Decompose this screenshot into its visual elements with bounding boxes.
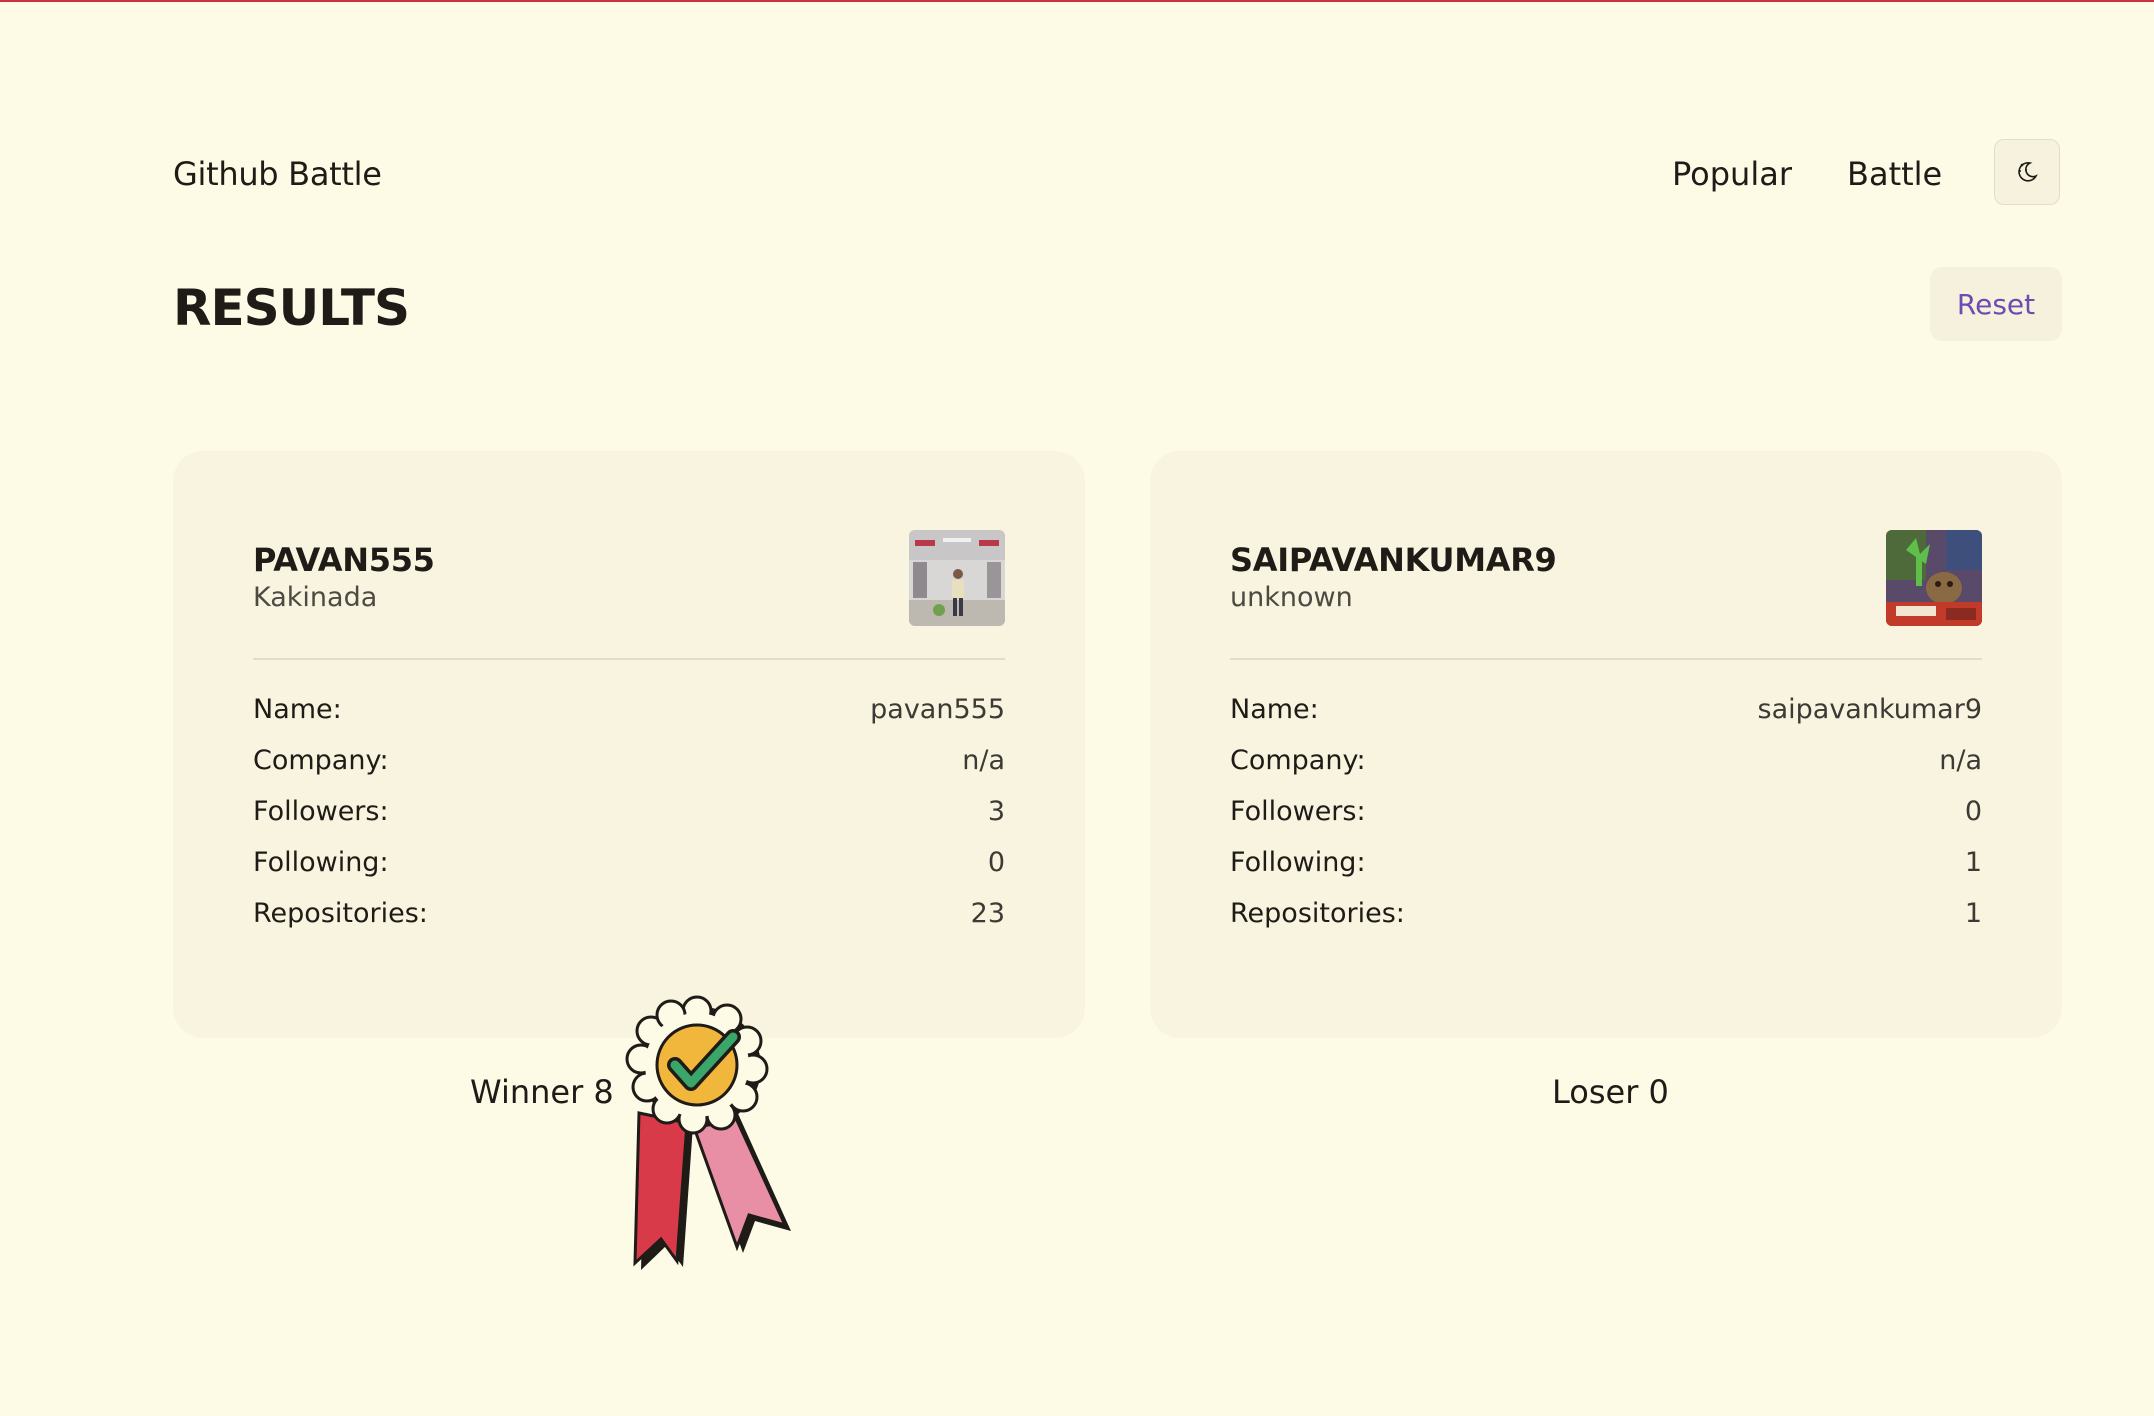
stat-row-company: Company: n/a [1230,744,1982,778]
stat-label: Followers: [1230,796,1366,827]
stat-row-name: Name: saipavankumar9 [1230,693,1982,727]
stat-row-followers: Followers: 0 [1230,795,1982,829]
player-username[interactable]: PAVAN555 [253,540,435,580]
user-photo-avatar [909,530,1005,626]
stat-value: saipavankumar9 [1757,694,1982,725]
stat-value: 3 [987,796,1005,827]
stat-row-company: Company: n/a [253,744,1005,778]
card-divider [1230,658,1982,660]
theme-toggle-button[interactable] [1994,139,2060,205]
stat-label: Company: [1230,745,1366,776]
page-title: RESULTS [173,279,410,337]
stat-value: pavan555 [870,694,1005,725]
winner-score-label: Winner 8 [470,1073,614,1111]
reset-button[interactable]: Reset [1930,267,2062,341]
nav-battle[interactable]: Battle [1847,152,1942,196]
loser-score-label: Loser 0 [1552,1073,1669,1111]
groot-avatar [1886,530,1982,626]
stat-label: Name: [253,694,342,725]
stat-row-repositories: Repositories: 1 [1230,897,1982,931]
stat-value: 1 [1964,847,1982,878]
stat-label: Name: [1230,694,1319,725]
stat-row-following: Following: 0 [253,846,1005,880]
stat-label: Repositories: [253,898,428,929]
top-accent-line [0,0,2154,2]
stat-value: 0 [987,847,1005,878]
stat-row-following: Following: 1 [1230,846,1982,880]
stat-label: Company: [253,745,389,776]
nav-popular[interactable]: Popular [1672,152,1792,196]
stat-value: n/a [1939,745,1982,776]
player-location: Kakinada [253,582,378,613]
brand-link[interactable]: Github Battle [173,152,382,196]
player-location: unknown [1230,582,1353,613]
stat-label: Following: [1230,847,1366,878]
moon-icon [2018,162,2038,182]
player-avatar [909,530,1005,626]
player-card-winner: PAVAN555 Kakinada Name: pavan555 Company… [173,451,1085,1038]
stat-label: Repositories: [1230,898,1405,929]
award-ribbon-icon [625,995,791,1270]
stat-label: Following: [253,847,389,878]
stat-row-followers: Followers: 3 [253,795,1005,829]
stat-label: Followers: [253,796,389,827]
stat-value: 23 [970,898,1005,929]
stat-row-repositories: Repositories: 23 [253,897,1005,931]
stat-row-name: Name: pavan555 [253,693,1005,727]
player-card-loser: SAIPAVANKUMAR9 unknown Name: saipavankum… [1150,451,2062,1038]
stat-value: 0 [1964,796,1982,827]
stat-value: n/a [962,745,1005,776]
stat-value: 1 [1964,898,1982,929]
player-username[interactable]: SAIPAVANKUMAR9 [1230,540,1557,580]
card-divider [253,658,1005,660]
player-avatar [1886,530,1982,626]
